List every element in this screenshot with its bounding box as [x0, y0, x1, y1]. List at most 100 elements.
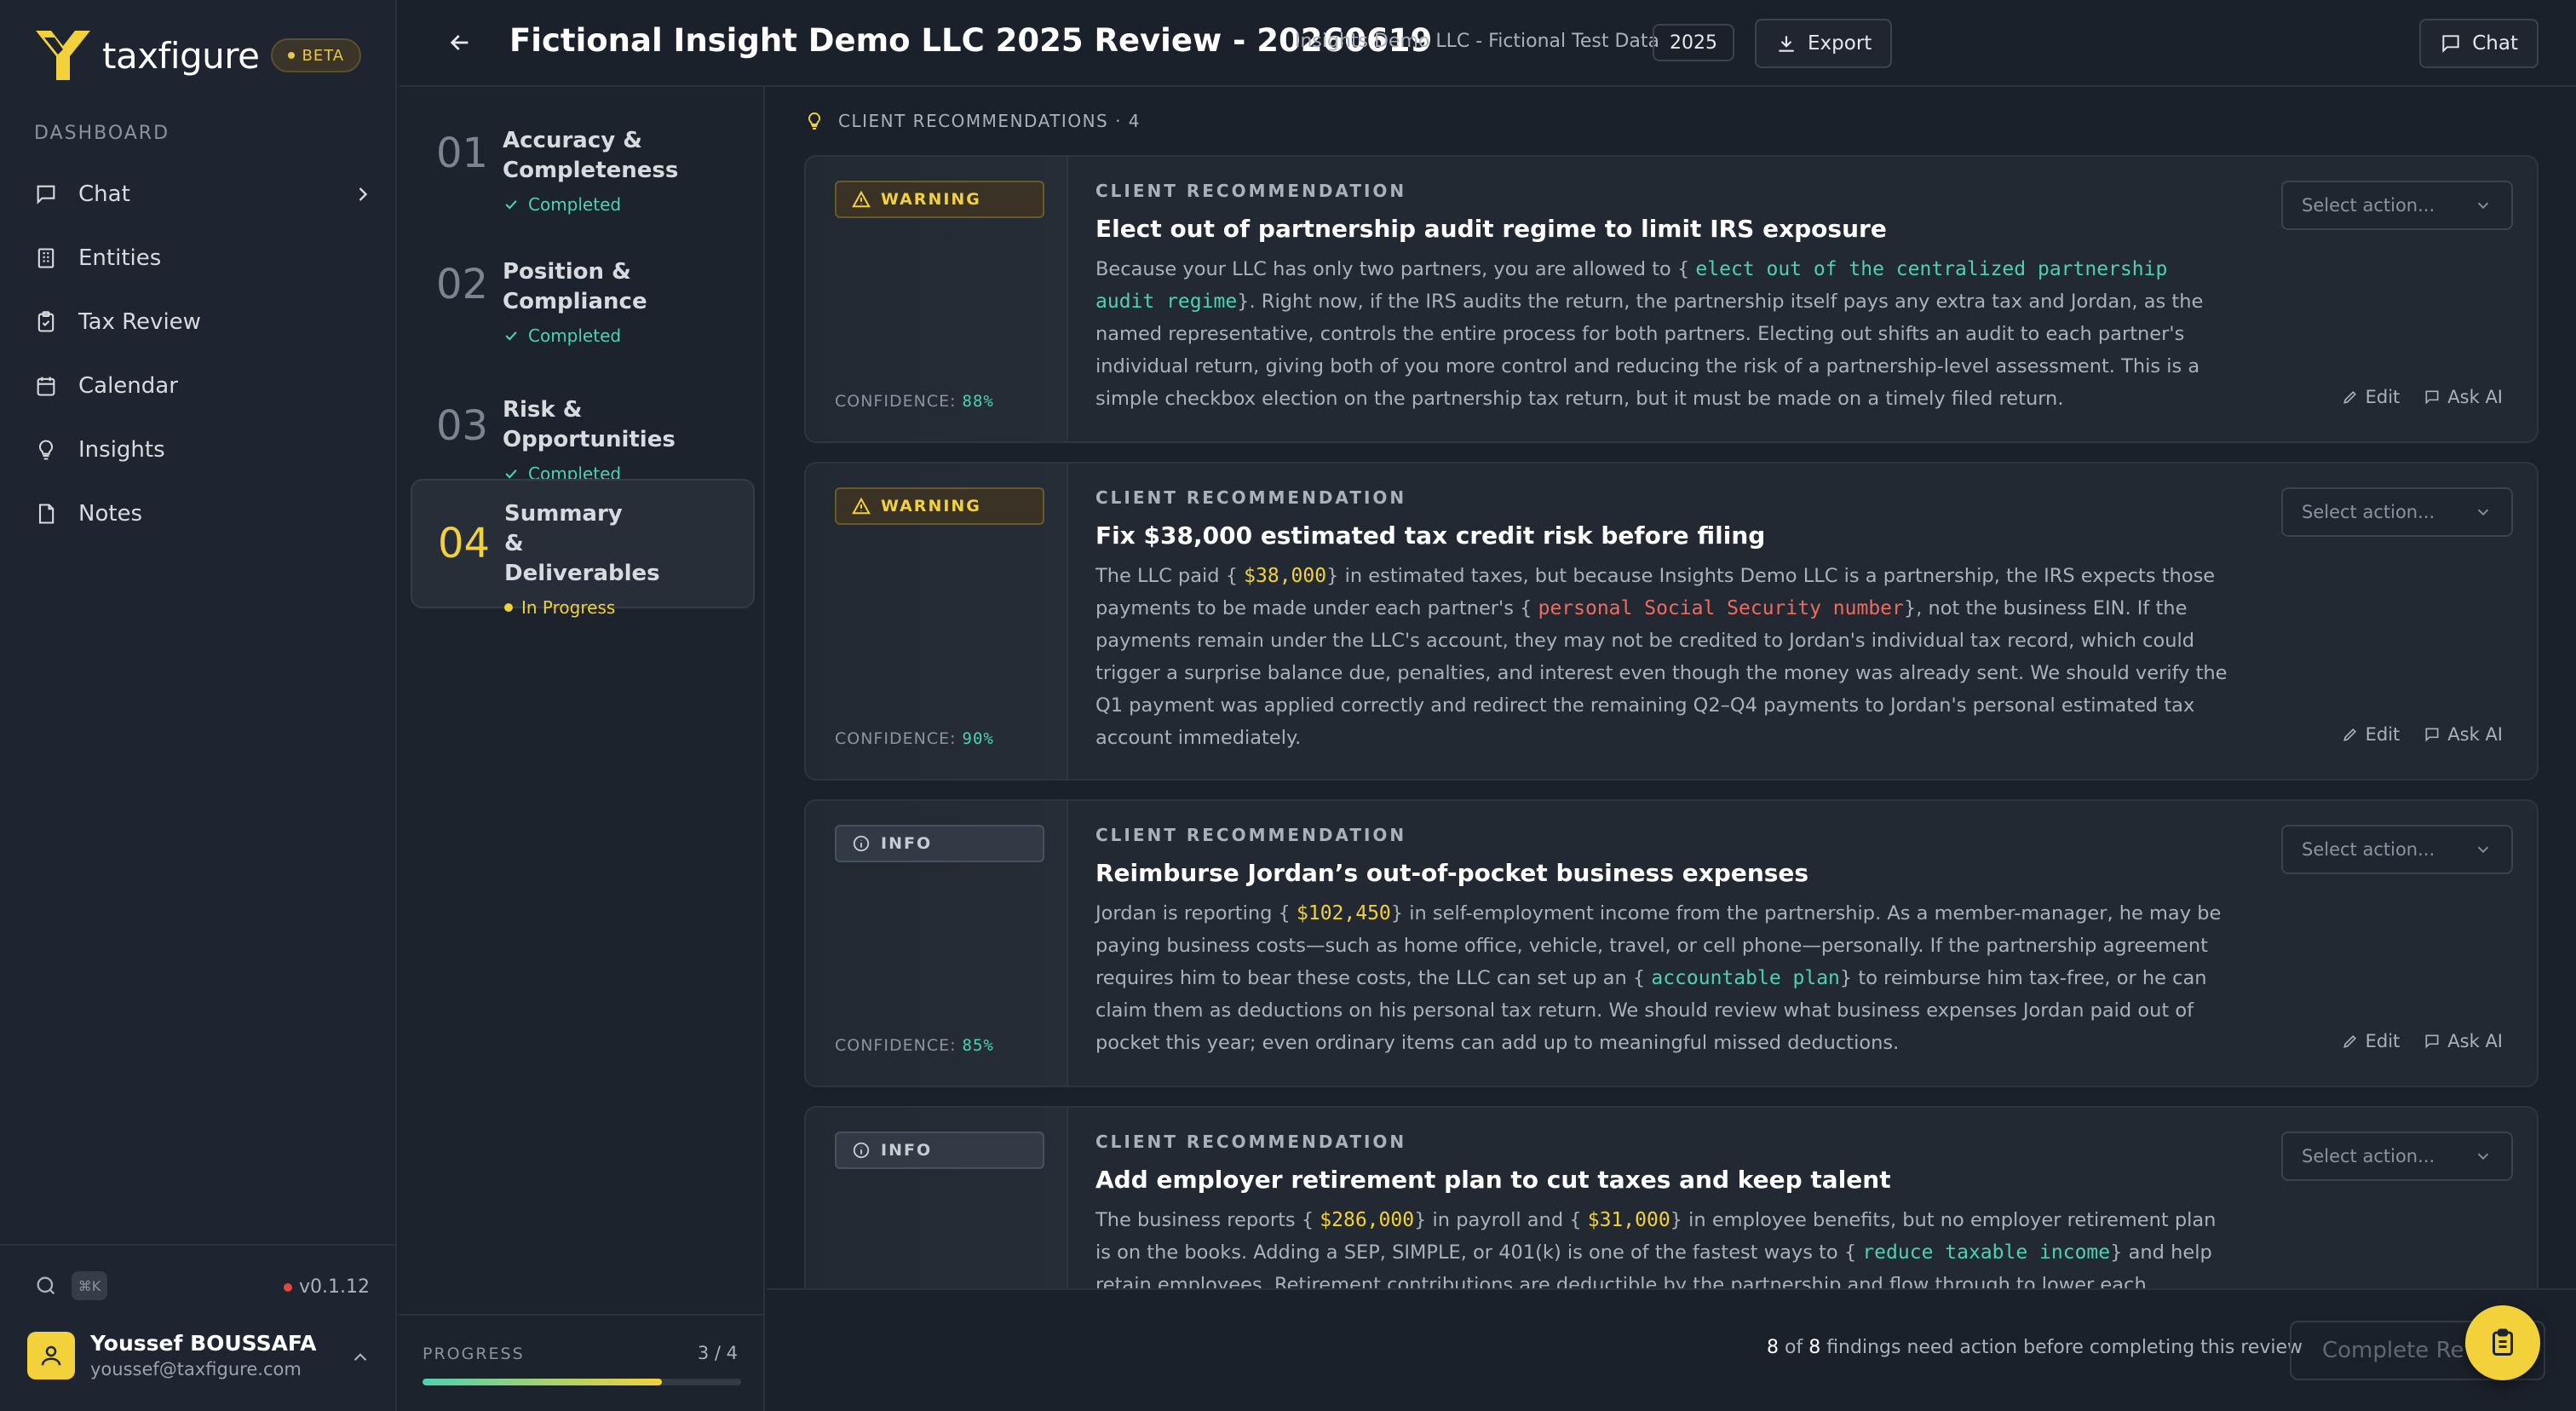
ask-ai-label: Ask AI: [2447, 724, 2503, 745]
severity-badge: INFO: [835, 1132, 1044, 1169]
pending-count: 8: [1767, 1337, 1779, 1358]
shortcut-key: ⌘K: [72, 1271, 107, 1300]
severity-label: INFO: [881, 834, 933, 853]
edit-button[interactable]: Edit: [2342, 1031, 2400, 1051]
message-square-icon: [2425, 728, 2439, 742]
confidence-label: CONFIDENCE:: [835, 1036, 957, 1055]
beta-label: BETA: [302, 46, 345, 65]
search-icon: [37, 1276, 55, 1295]
message-square-icon: [2425, 1034, 2439, 1049]
confidence-value: 88%: [962, 392, 994, 411]
user-email: youssef@taxfigure.com: [90, 1359, 302, 1379]
chevron-up-icon[interactable]: [349, 1346, 371, 1368]
progress-bar: [423, 1379, 741, 1385]
sidebar-item-tax-review[interactable]: Tax Review: [34, 290, 375, 354]
ask-ai-button[interactable]: Ask AI: [2424, 387, 2503, 407]
sidebar-nav: Chat Entities Tax Review Calendar Insigh…: [34, 162, 375, 545]
text-segment: {: [1301, 1209, 1320, 1231]
version-indicator: v0.1.12: [284, 1276, 370, 1298]
edit-button[interactable]: Edit: [2342, 724, 2401, 745]
ask-ai-button[interactable]: Ask AI: [2424, 1031, 2503, 1051]
severity-badge: INFO: [835, 825, 1044, 862]
chat-button[interactable]: Chat: [2419, 19, 2539, 68]
message-square-icon: [2425, 390, 2439, 405]
chevron-right-icon[interactable]: [351, 182, 375, 206]
step-risk[interactable]: 03 Risk & Opportunities Completed: [411, 392, 755, 484]
severity-label: WARNING: [881, 497, 981, 515]
user-menu[interactable]: Youssef BOUSSAFA youssef@taxfigure.com: [27, 1331, 375, 1379]
confidence-label: CONFIDENCE:: [835, 392, 957, 411]
action-select[interactable]: Select action...: [2281, 181, 2513, 230]
pencil-icon: [2343, 1034, 2356, 1048]
sidebar-item-label: Notes: [78, 500, 143, 527]
brand-logo[interactable]: taxfigure BETA: [32, 27, 362, 84]
text-segment: }: [1670, 1209, 1682, 1231]
action-select[interactable]: Select action...: [2281, 487, 2513, 537]
action-select[interactable]: Select action...: [2281, 825, 2513, 874]
search-shortcut[interactable]: ⌘K: [34, 1271, 107, 1300]
chevron-down-icon: [2477, 509, 2489, 516]
select-placeholder: Select action...: [2302, 1146, 2435, 1166]
back-arrow-icon[interactable]: [446, 29, 474, 56]
message-square-icon: [2442, 35, 2459, 54]
step-status: Completed: [503, 325, 729, 346]
highlight-term: accountable plan: [1651, 967, 1840, 989]
text-segment: {: [1569, 1209, 1588, 1231]
step-title: Risk & Opportunities: [503, 397, 676, 452]
step-number: 03: [436, 402, 489, 450]
step-number: 01: [436, 130, 489, 177]
action-select[interactable]: Select action...: [2281, 1132, 2513, 1181]
edit-label: Edit: [2365, 724, 2401, 745]
edit-label: Edit: [2365, 387, 2401, 407]
card-meta: WARNING CONFIDENCE: 90%: [806, 464, 1068, 779]
text-segment: }: [1237, 291, 1250, 313]
in-progress-dot: [504, 603, 513, 612]
severity-badge: WARNING: [835, 487, 1044, 525]
message-square-icon: [37, 185, 55, 204]
of-label: of: [1779, 1337, 1809, 1358]
section-header: CLIENT RECOMMENDATIONS · 4: [804, 111, 1141, 131]
text-segment: }: [1414, 1209, 1427, 1231]
review-steps: 01 Accuracy & Completeness Completed 02 …: [399, 87, 765, 1411]
step-status-label: In Progress: [521, 597, 616, 618]
export-button[interactable]: Export: [1755, 19, 1893, 68]
card-actions: Edit Ask AI: [2342, 1031, 2503, 1051]
step-summary[interactable]: 04 Summary & Deliverables In Progress: [411, 479, 755, 618]
sidebar-item-chat[interactable]: Chat: [34, 162, 375, 226]
card-actions: Edit Ask AI: [2342, 387, 2503, 407]
highlight-term: $102,450: [1297, 902, 1391, 924]
chevron-down-icon: [2477, 1153, 2489, 1160]
sidebar-item-label: Tax Review: [78, 308, 201, 335]
user-icon: [41, 1345, 61, 1365]
card-actions: Edit Ask AI: [2342, 724, 2503, 745]
clipboard-fab[interactable]: [2465, 1305, 2540, 1380]
text-segment: , not the business EIN. If the payments …: [1095, 597, 2228, 749]
sidebar-item-calendar[interactable]: Calendar: [34, 354, 375, 418]
sidebar-item-notes[interactable]: Notes: [34, 481, 375, 545]
card-kicker: CLIENT RECOMMENDATION: [1095, 825, 1407, 845]
nav-heading: DASHBOARD: [34, 123, 170, 144]
card-meta: INFO CONFIDENCE: 85%: [806, 801, 1068, 1086]
ask-ai-button[interactable]: Ask AI: [2424, 724, 2503, 745]
select-placeholder: Select action...: [2302, 502, 2435, 522]
sidebar-item-label: Chat: [78, 181, 130, 207]
step-accuracy[interactable]: 01 Accuracy & Completeness Completed: [411, 124, 755, 227]
text-segment: {: [1632, 967, 1652, 989]
step-position[interactable]: 02 Position & Compliance Completed: [411, 256, 755, 358]
confidence: CONFIDENCE: 88%: [835, 392, 994, 411]
step-status-label: Completed: [528, 194, 622, 215]
user-name: Youssef BOUSSAFA: [90, 1331, 317, 1356]
text-segment: }: [1903, 597, 1917, 619]
progress-fill: [423, 1379, 662, 1385]
card-meta: INFO CONFIDENCE:: [806, 1108, 1068, 1288]
step-status-label: Completed: [528, 325, 622, 346]
progress-count: 3 / 4: [697, 1343, 738, 1363]
progress-label: PROGRESS: [423, 1345, 525, 1363]
text-segment: Because your LLC has only two partners, …: [1095, 258, 1677, 280]
edit-button[interactable]: Edit: [2342, 387, 2401, 407]
download-icon: [1779, 36, 1794, 52]
chevron-down-icon: [2477, 202, 2489, 210]
sidebar-item-insights[interactable]: Insights: [34, 418, 375, 481]
card-body: CLIENT RECOMMENDATION Reimburse Jordan’s…: [1095, 825, 2237, 1059]
sidebar-item-entities[interactable]: Entities: [34, 226, 375, 290]
